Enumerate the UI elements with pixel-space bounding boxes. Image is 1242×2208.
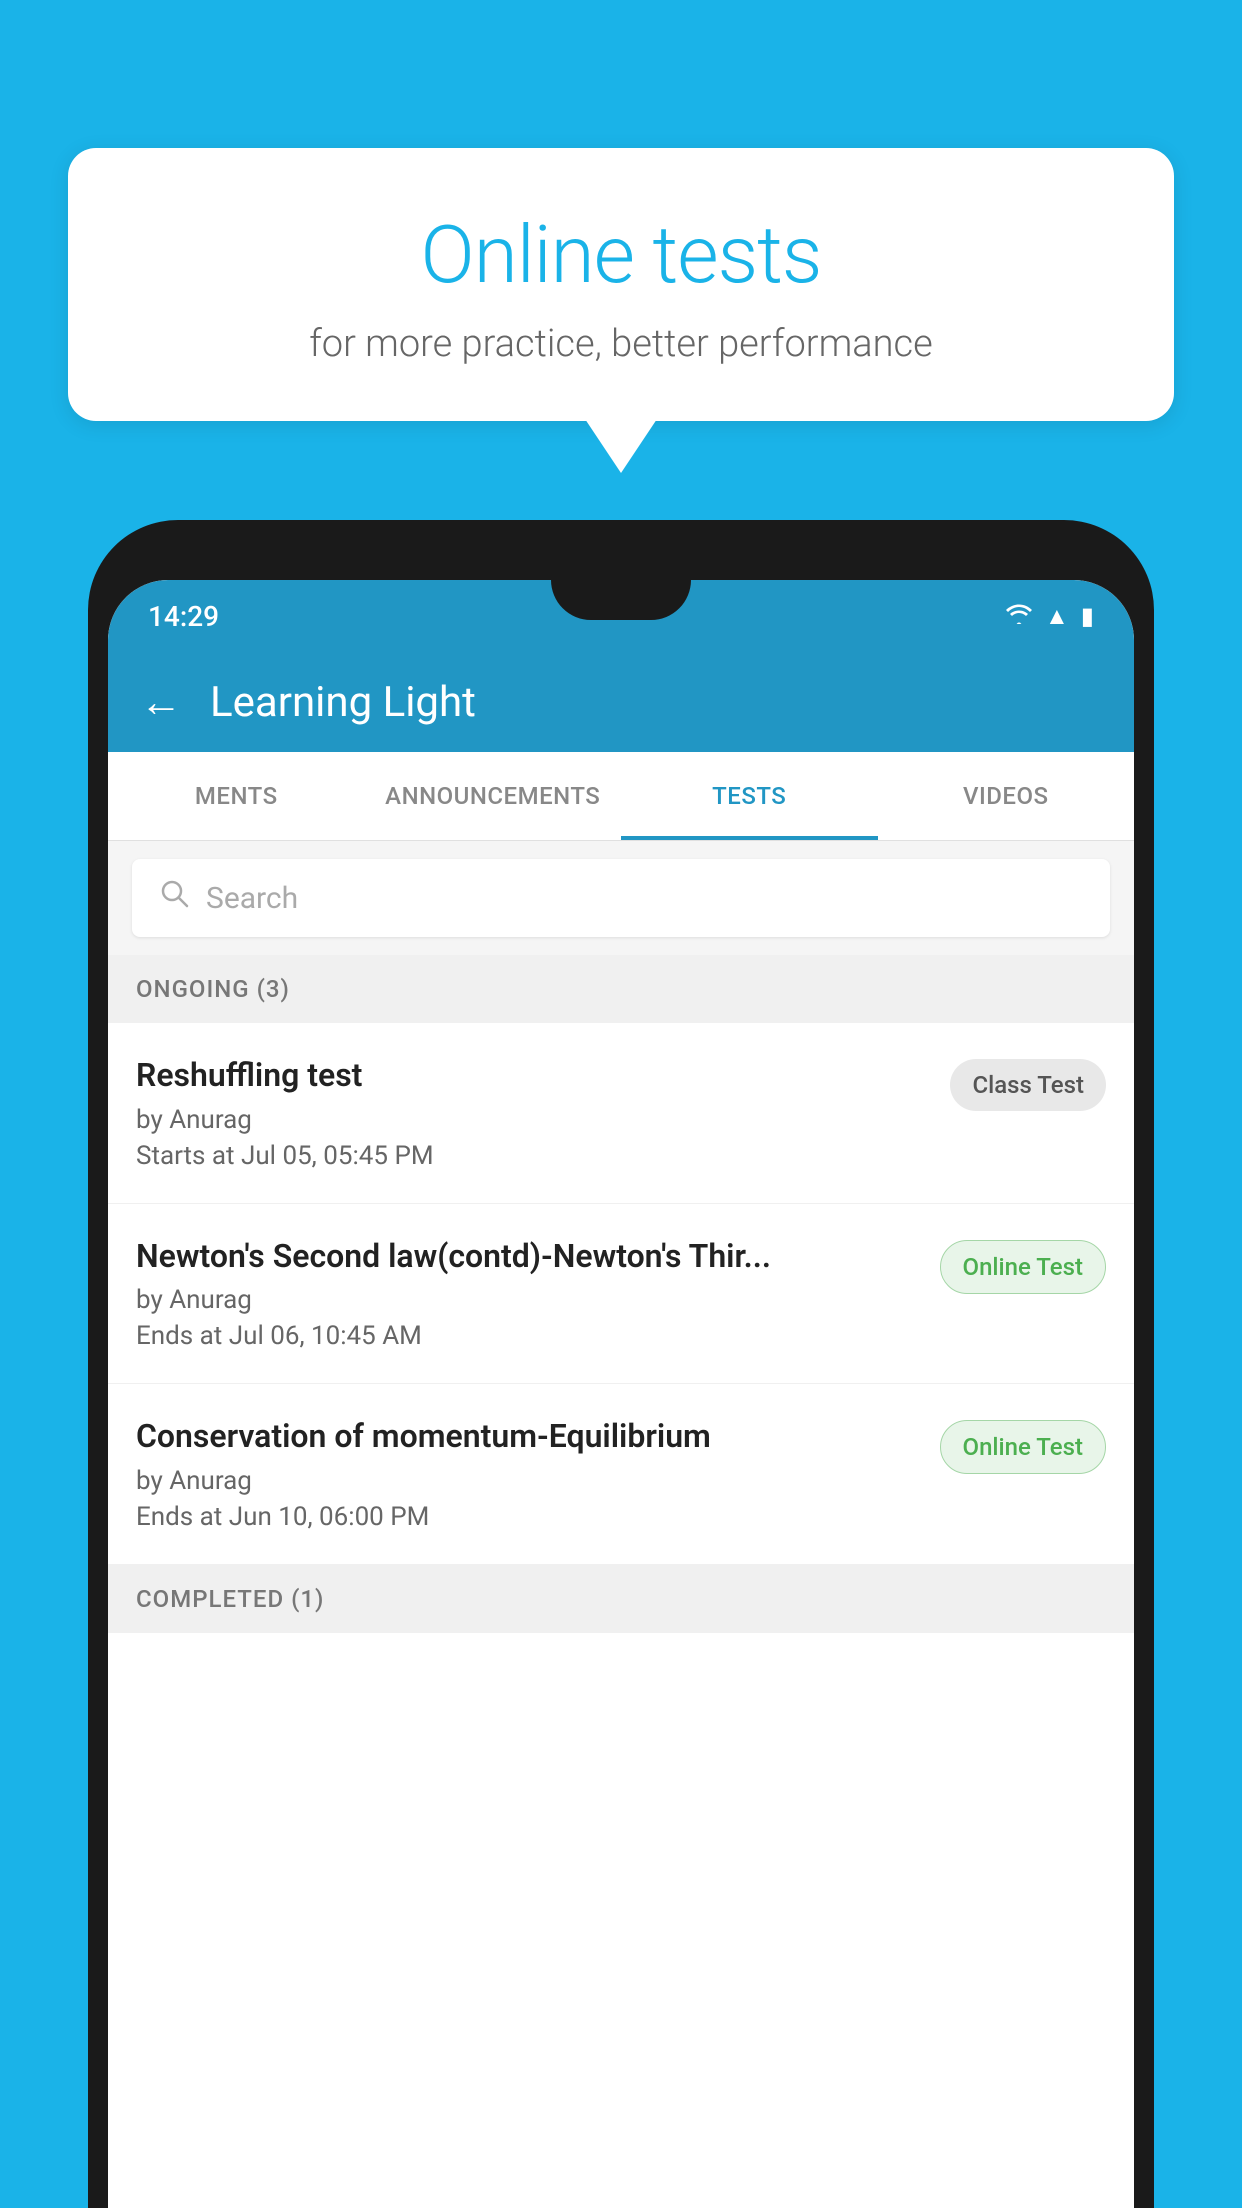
tab-announcements[interactable]: ANNOUNCEMENTS [365,752,622,840]
tabs-container: MENTS ANNOUNCEMENTS TESTS VIDEOS [108,752,1134,841]
test-item[interactable]: Reshuffling test by Anurag Starts at Jul… [108,1023,1134,1204]
search-bar[interactable]: Search [132,859,1110,937]
test-badge-class: Class Test [950,1059,1106,1111]
test-info: Newton's Second law(contd)-Newton's Thir… [136,1236,920,1352]
test-author: by Anurag [136,1466,920,1496]
search-icon [160,879,190,917]
completed-section-header: COMPLETED (1) [108,1565,1134,1633]
test-info: Conservation of momentum-Equilibrium by … [136,1416,920,1532]
test-name: Reshuffling test [136,1055,930,1097]
back-button[interactable]: ← [140,678,182,727]
test-author: by Anurag [136,1105,930,1135]
tab-ments[interactable]: MENTS [108,752,365,840]
phone-frame: 14:29 ▲ ▮ ← Learning Li [88,520,1154,2208]
test-badge-online-2: Online Test [940,1420,1106,1474]
bubble-title: Online tests [118,208,1124,302]
test-item[interactable]: Newton's Second law(contd)-Newton's Thir… [108,1204,1134,1385]
battery-icon: ▮ [1081,602,1094,630]
test-badge-online: Online Test [940,1240,1106,1294]
phone-notch [551,580,691,620]
test-author: by Anurag [136,1285,920,1315]
tab-tests[interactable]: TESTS [621,752,878,840]
app-bar: ← Learning Light [108,652,1134,752]
test-info: Reshuffling test by Anurag Starts at Jul… [136,1055,930,1171]
test-date: Starts at Jul 05, 05:45 PM [136,1141,930,1171]
test-name: Conservation of momentum-Equilibrium [136,1416,920,1458]
test-date: Ends at Jun 10, 06:00 PM [136,1502,920,1532]
tab-videos[interactable]: VIDEOS [878,752,1135,840]
test-date: Ends at Jul 06, 10:45 AM [136,1321,920,1351]
search-container: Search [108,841,1134,955]
signal-icon: ▲ [1045,602,1069,631]
status-time: 14:29 [148,600,219,633]
test-item[interactable]: Conservation of momentum-Equilibrium by … [108,1384,1134,1565]
app-title: Learning Light [210,678,476,727]
wifi-icon [1005,602,1033,630]
test-name: Newton's Second law(contd)-Newton's Thir… [136,1236,920,1278]
phone-screen: 14:29 ▲ ▮ ← Learning Li [108,580,1134,2208]
speech-bubble: Online tests for more practice, better p… [68,148,1174,421]
content-area: Reshuffling test by Anurag Starts at Jul… [108,1023,1134,2208]
status-icons: ▲ ▮ [1005,602,1094,631]
ongoing-section-header: ONGOING (3) [108,955,1134,1023]
bubble-subtitle: for more practice, better performance [118,322,1124,366]
search-placeholder: Search [206,881,298,916]
